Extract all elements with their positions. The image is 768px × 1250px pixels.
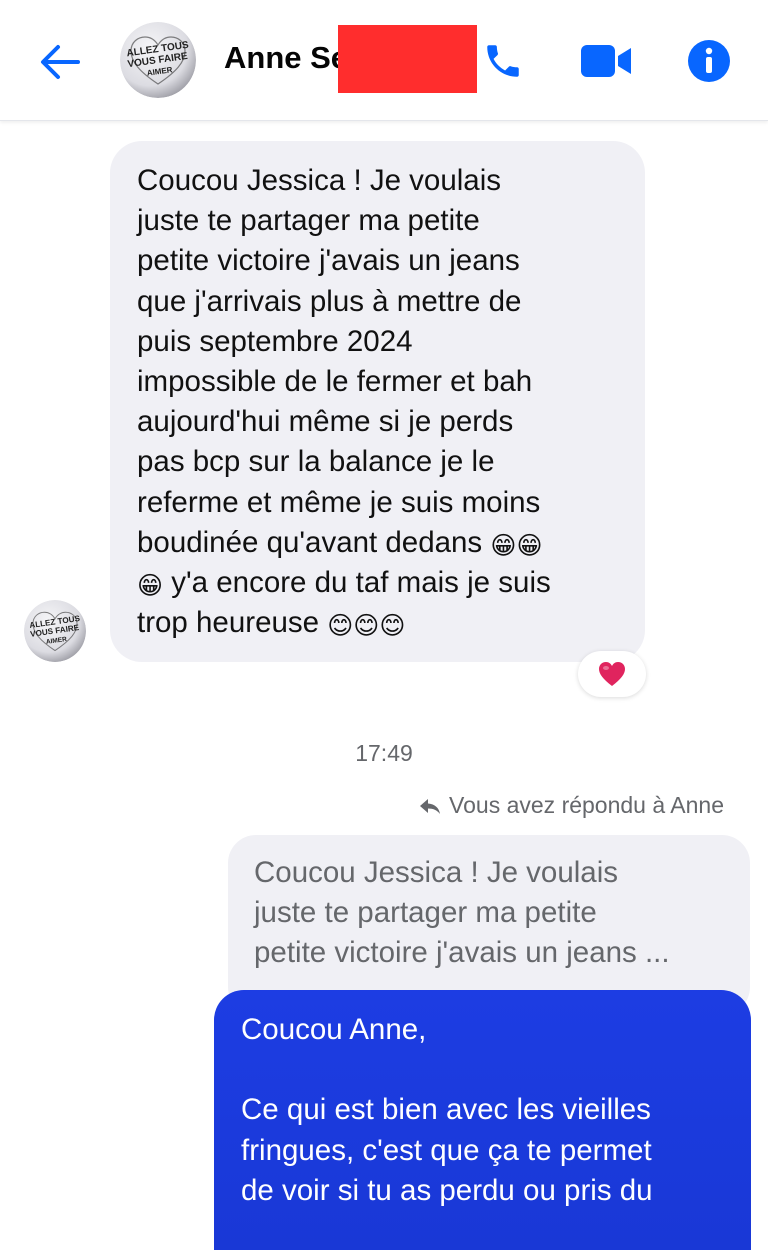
quoted-message-bubble[interactable]: Coucou Jessica ! Je voulais juste te par…: [228, 835, 750, 1015]
message-line-with-emoji: boudinée qu'avant dedans 😁😁: [137, 523, 625, 563]
sender-avatar[interactable]: ALLEZ TOUS VOUS FAIRE AIMER: [24, 600, 86, 662]
outgoing-message-bubble[interactable]: Coucou Anne, Ce qui est bien avec les vi…: [214, 990, 751, 1250]
message-text: boudinée qu'avant dedans: [137, 525, 483, 559]
message-line: impossible de le fermer et bah: [137, 364, 533, 398]
message-line: puis septembre 2024: [137, 324, 413, 358]
message-line: Coucou Jessica ! Je voulais: [137, 164, 502, 197]
message-line: referme et même je suis moins: [137, 485, 541, 519]
message-text: y'a encore du taf mais je suis: [171, 565, 551, 599]
message-line: de voir si tu as perdu ou pris du: [241, 1173, 653, 1207]
back-arrow-icon[interactable]: [38, 42, 82, 82]
avatar-logo-image: ALLEZ TOUS VOUS FAIRE AIMER: [120, 22, 196, 98]
message-line: petite victoire j'avais un jeans: [137, 244, 520, 278]
redaction-box: [338, 25, 477, 93]
message-text: trop heureuse: [137, 606, 320, 640]
smiling-emoji-icon: 😊😊😊: [327, 612, 406, 641]
message-line: Coucou Anne,: [241, 1013, 427, 1046]
grinning-emoji-icon: 😁: [137, 571, 164, 600]
heart-reaction[interactable]: [578, 651, 646, 697]
conversation-header: ALLEZ TOUS VOUS FAIRE AIMER Anne Se: [0, 0, 768, 121]
message-line-with-emoji: trop heureuse 😊😊😊: [137, 603, 625, 643]
message-line: fringues, c'est que ça te permet: [241, 1133, 652, 1167]
reply-context-label: Vous avez répondu à Anne: [419, 792, 724, 819]
grinning-emoji-icon: 😁😁: [490, 531, 543, 560]
contact-avatar[interactable]: ALLEZ TOUS VOUS FAIRE AIMER: [120, 22, 196, 98]
quoted-line: petite victoire j'avais un jeans ...: [254, 936, 670, 970]
message-line: que j'arrivais plus à mettre de: [137, 284, 522, 318]
quoted-line: Coucou Jessica ! Je voulais: [254, 856, 619, 889]
reply-arrow-icon: [420, 798, 441, 814]
reply-label-text: Vous avez répondu à Anne: [449, 792, 724, 818]
message-line: aujourd'hui même si je perds: [137, 405, 514, 439]
incoming-message-bubble[interactable]: Coucou Jessica ! Je voulais juste te par…: [110, 141, 645, 662]
message-line-with-emoji: 😁 y'a encore du taf mais je suis: [137, 563, 625, 603]
message-line: Ce qui est bien avec les vieilles: [241, 1093, 651, 1127]
contact-name[interactable]: Anne Se: [224, 40, 348, 76]
quoted-line: juste te partager ma petite: [254, 896, 597, 930]
heart-icon: [599, 662, 625, 686]
message-line: juste te partager ma petite: [137, 204, 480, 238]
avatar-logo-image: ALLEZ TOUS VOUS FAIRE AIMER: [24, 600, 86, 662]
phone-icon[interactable]: [480, 40, 526, 82]
video-camera-icon[interactable]: [578, 42, 634, 80]
message-timestamp: 17:49: [355, 740, 413, 766]
info-icon[interactable]: [686, 38, 732, 84]
message-line: pas bcp sur la balance je le: [137, 445, 495, 479]
